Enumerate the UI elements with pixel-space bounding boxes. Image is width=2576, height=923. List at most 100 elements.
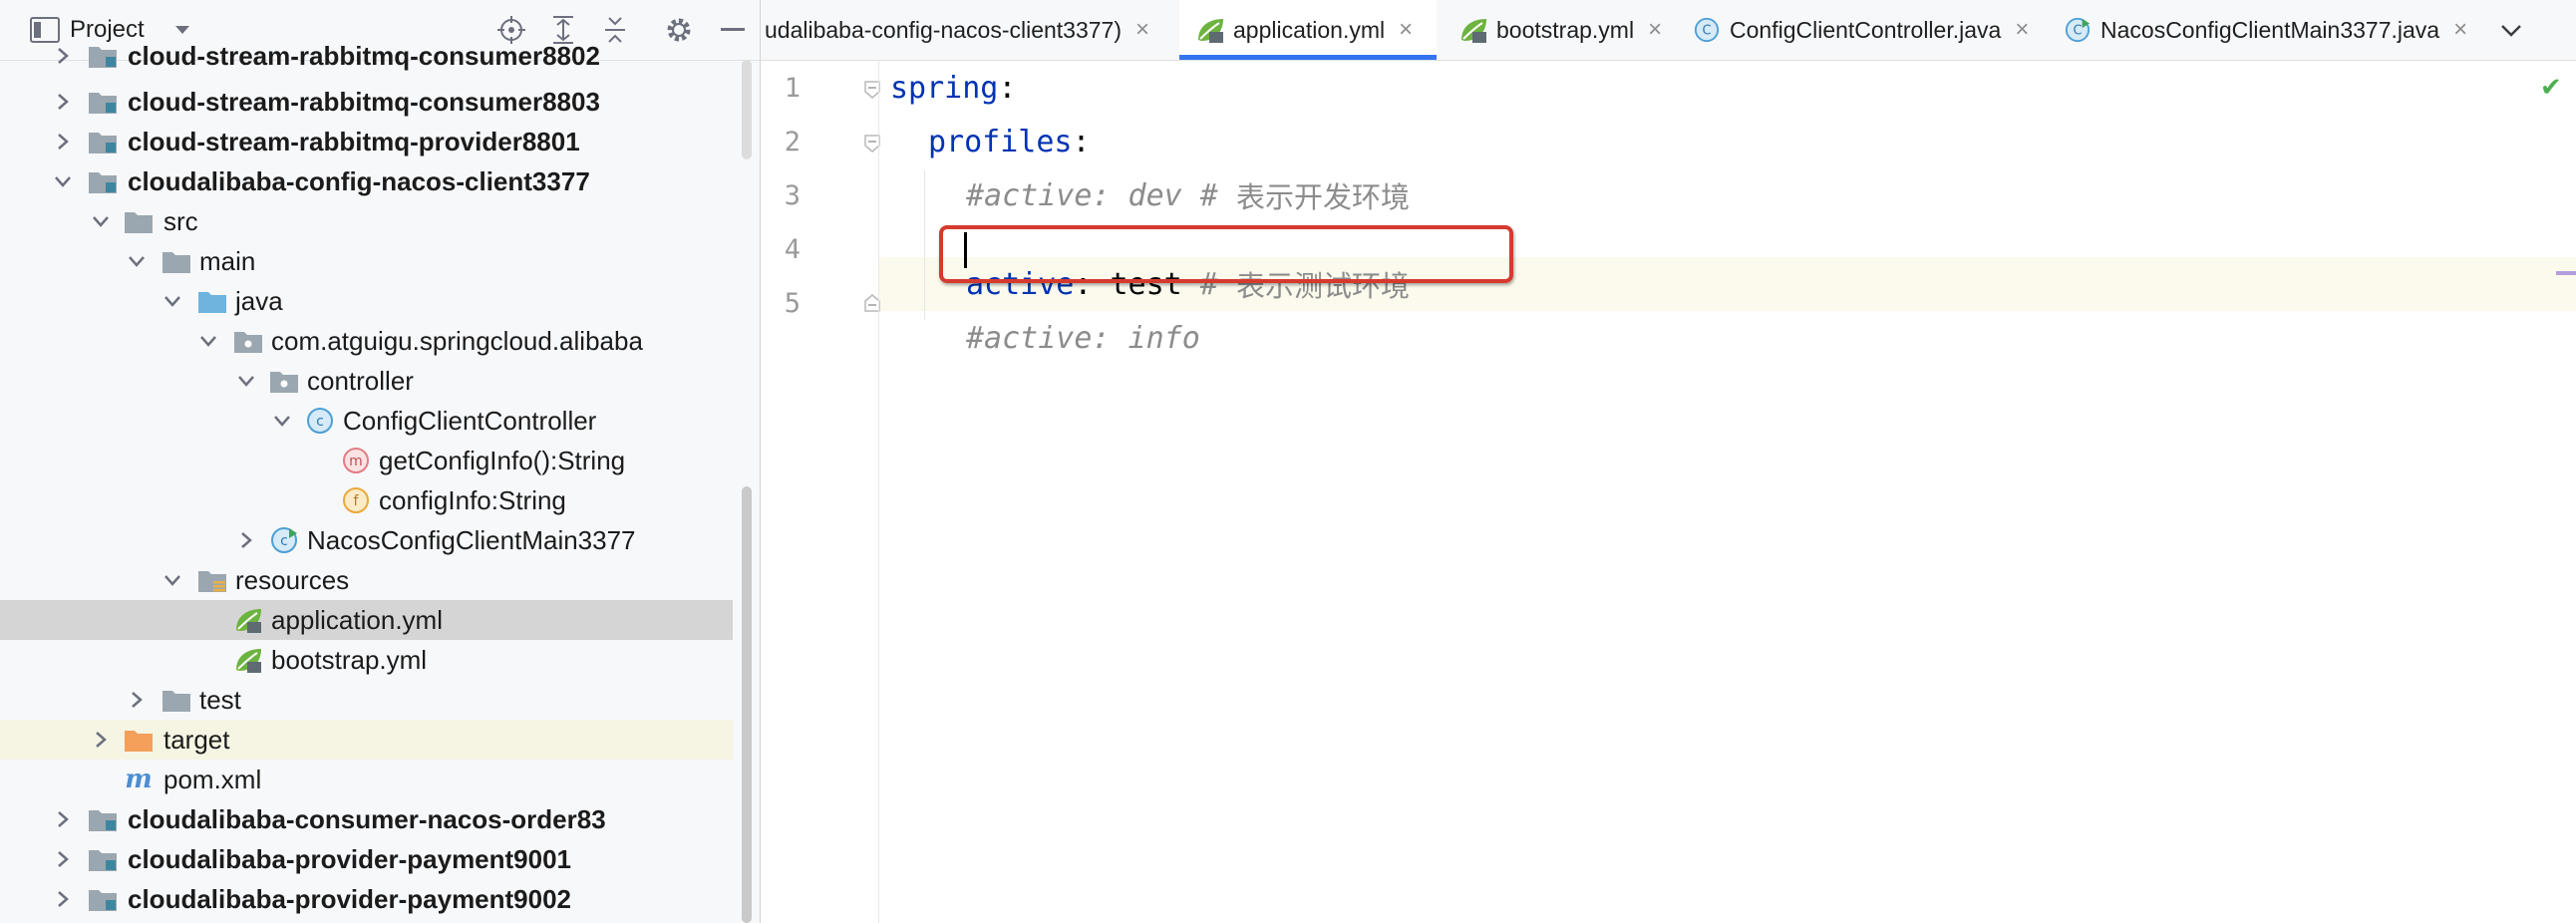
- tree-item-package[interactable]: com.atguigu.springcloud.alibaba: [0, 321, 733, 361]
- yaml-key: spring: [890, 70, 999, 106]
- resources-folder-icon: [197, 566, 227, 594]
- close-icon[interactable]: ×: [2453, 16, 2467, 44]
- chevron-right-icon[interactable]: [126, 689, 148, 711]
- yaml-comment: #active: info: [966, 320, 1200, 356]
- chevron-right-icon[interactable]: [52, 808, 74, 830]
- tab-config-client-controller[interactable]: C ConfigClientController.java ×: [1680, 0, 2055, 60]
- tree-item-method[interactable]: m getConfigInfo():String: [0, 441, 733, 480]
- tree-item-resources-folder[interactable]: resources: [0, 560, 733, 600]
- chevron-down-icon[interactable]: [126, 250, 148, 272]
- tree-item-folder[interactable]: test: [0, 680, 733, 720]
- tree-item-label: src: [163, 205, 198, 236]
- tree-item-folder[interactable]: src: [0, 201, 733, 241]
- tree-item-module[interactable]: cloud-stream-rabbitmq-provider8801: [0, 122, 733, 161]
- svg-text:m: m: [125, 766, 153, 793]
- indent-guide: [924, 170, 925, 320]
- tree-item-label: cloudalibaba-provider-payment9002: [128, 883, 572, 914]
- tree-item-label: com.atguigu.springcloud.alibaba: [271, 325, 643, 356]
- tree-item-module[interactable]: cloudalibaba-provider-payment9001: [0, 839, 733, 879]
- source-folder-icon: [197, 287, 227, 315]
- chevron-down-icon[interactable]: [52, 170, 74, 192]
- tree-item-source-folder[interactable]: java: [0, 281, 733, 321]
- code-line-2: profiles:: [928, 115, 1091, 168]
- chevron-down-icon[interactable]: [161, 290, 183, 312]
- tab-list-dropdown[interactable]: [2491, 0, 2531, 60]
- svg-text:C: C: [2073, 24, 2082, 39]
- tree-item-label: pom.xml: [163, 764, 262, 794]
- vertical-scrollbar[interactable]: [742, 486, 752, 923]
- chevron-down-icon[interactable]: [197, 330, 219, 352]
- tree-item-label: application.yml: [271, 604, 443, 635]
- spring-yaml-icon: [233, 606, 263, 634]
- tree-item-label: NacosConfigClientMain3377: [307, 524, 636, 555]
- tab-label: ConfigClientController.java: [1730, 16, 2002, 43]
- project-tool-window: Project cloud-stream-rabbitmq-consumer88…: [0, 0, 761, 923]
- tree-item-label: cloud-stream-rabbitmq-consumer8802: [128, 40, 600, 71]
- module-folder-icon: [88, 88, 118, 116]
- tab-truncated-file[interactable]: udalibaba-config-nacos-client3377) ×: [765, 0, 1183, 60]
- folder-icon: [124, 207, 154, 235]
- tab-bootstrap-yml[interactable]: bootstrap.yml ×: [1445, 0, 1688, 60]
- close-icon[interactable]: ×: [2015, 16, 2029, 44]
- class-icon: c: [305, 407, 335, 435]
- chevron-down-icon[interactable]: [271, 410, 293, 432]
- field-icon: f: [341, 486, 371, 514]
- tree-item-label: java: [235, 285, 283, 316]
- svg-text:C: C: [1702, 24, 1711, 39]
- chevron-down-icon: [2500, 17, 2522, 44]
- tree-item-module[interactable]: cloudalibaba-config-nacos-client3377: [0, 161, 733, 201]
- chevron-right-icon[interactable]: [52, 91, 74, 113]
- module-folder-icon: [88, 167, 118, 195]
- error-stripe-marker[interactable]: [2556, 271, 2576, 275]
- tree-item-excluded-folder[interactable]: target: [0, 720, 733, 760]
- runnable-class-icon: C: [2065, 17, 2091, 43]
- tree-item-folder[interactable]: main: [0, 241, 733, 281]
- check-icon[interactable]: ✔: [2540, 72, 2562, 103]
- chevron-right-icon[interactable]: [90, 729, 112, 751]
- code-editor[interactable]: 1 2 3 4 5 spring: profiles: #active: dev…: [761, 61, 2576, 923]
- chevron-down-icon[interactable]: [161, 569, 183, 591]
- tree-item-file[interactable]: m pom.xml: [0, 760, 733, 799]
- yaml-colon: :: [998, 70, 1017, 106]
- annotation-highlight-box: [939, 225, 1513, 283]
- code-line-5: #active: info: [966, 311, 1200, 365]
- package-icon: [269, 367, 299, 395]
- tree-item-label: bootstrap.yml: [271, 644, 428, 675]
- module-folder-icon: [88, 885, 118, 913]
- chevron-right-icon[interactable]: [52, 131, 74, 153]
- folder-icon: [161, 247, 191, 275]
- tree-item-label: cloudalibaba-config-nacos-client3377: [128, 165, 590, 196]
- editor-tab-bar: udalibaba-config-nacos-client3377) × app…: [761, 0, 2576, 61]
- tree-item-class[interactable]: c ConfigClientController: [0, 401, 733, 441]
- tree-item-label: controller: [307, 365, 414, 396]
- line-number: 2: [784, 127, 801, 157]
- tree-item-file[interactable]: bootstrap.yml: [0, 640, 733, 680]
- close-icon[interactable]: ×: [1399, 16, 1413, 44]
- chevron-down-icon[interactable]: [90, 210, 112, 232]
- tab-nacos-config-client-main[interactable]: C NacosConfigClientMain3377.java ×: [2053, 0, 2475, 60]
- excluded-folder-icon: [124, 726, 154, 754]
- tree-item-module[interactable]: cloudalibaba-consumer-nacos-order83: [0, 799, 733, 839]
- tree-item-module[interactable]: cloud-stream-rabbitmq-consumer8802: [0, 36, 733, 76]
- tree-item-package[interactable]: controller: [0, 361, 733, 401]
- chevron-right-icon[interactable]: [52, 888, 74, 910]
- line-number: 4: [784, 234, 801, 265]
- tree-item-module[interactable]: cloudalibaba-provider-payment9002: [0, 879, 733, 919]
- tree-item-field[interactable]: f configInfo:String: [0, 480, 733, 520]
- yaml-comment-text: 表示开发环境: [1235, 180, 1410, 214]
- tab-application-yml[interactable]: application.yml ×: [1179, 0, 1437, 60]
- chevron-right-icon[interactable]: [52, 45, 74, 67]
- folder-icon: [161, 686, 191, 714]
- chevron-down-icon[interactable]: [235, 370, 257, 392]
- tree-item-class[interactable]: c NacosConfigClientMain3377: [0, 520, 733, 560]
- tree-item-module[interactable]: cloud-stream-rabbitmq-consumer8803: [0, 82, 733, 122]
- scroll-track-top: [742, 60, 752, 159]
- line-number: 1: [784, 73, 801, 104]
- close-icon[interactable]: ×: [1135, 16, 1149, 44]
- chevron-right-icon[interactable]: [52, 848, 74, 870]
- close-icon[interactable]: ×: [1648, 16, 1662, 44]
- tree-item-file-selected[interactable]: application.yml: [0, 600, 733, 640]
- chevron-right-icon[interactable]: [235, 529, 257, 551]
- method-icon: m: [341, 447, 371, 474]
- yaml-key: profiles: [928, 124, 1073, 159]
